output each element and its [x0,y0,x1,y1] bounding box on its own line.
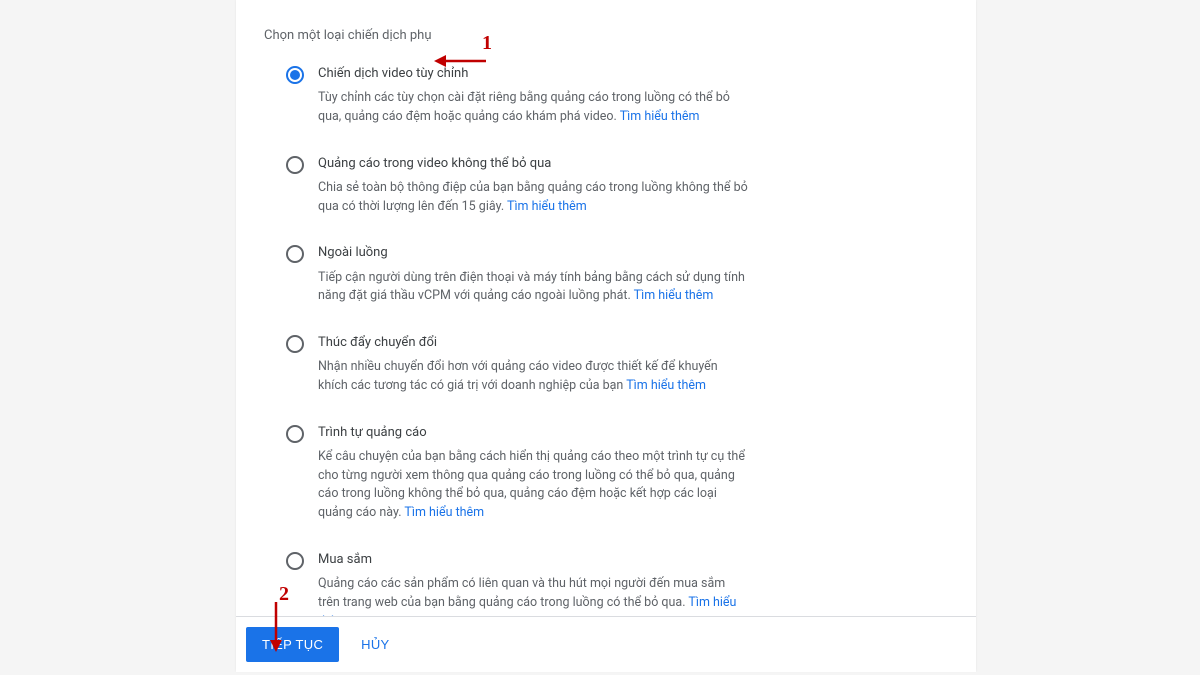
learn-more-link[interactable]: Tìm hiểu thêm [620,109,700,124]
learn-more-link[interactable]: Tìm hiểu thêm [626,378,706,393]
arrow-icon [434,52,486,70]
option-title: Trình tự quảng cáo [318,424,748,442]
option-title: Thúc đẩy chuyển đổi [318,334,748,352]
radio-icon[interactable] [286,425,304,443]
option-outstream[interactable]: Ngoài luồng Tiếp cận người dùng trên điệ… [286,244,948,306]
learn-more-link[interactable]: Tìm hiểu thêm [404,505,484,520]
campaign-subtype-card: Chọn một loại chiến dịch phụ Chiến dịch … [236,0,976,671]
option-desc: Tiếp cận người dùng trên điện thoại và m… [318,269,748,307]
radio-icon[interactable] [286,335,304,353]
learn-more-link[interactable]: Tìm hiểu thêm [634,288,714,303]
option-custom-video[interactable]: Chiến dịch video tùy chỉnh Tùy chỉnh các… [286,65,948,127]
continue-button[interactable]: TIẾP TỤC [246,627,339,662]
radio-icon[interactable] [286,66,304,84]
option-drive-conversions[interactable]: Thúc đẩy chuyển đổi Nhận nhiều chuyển đổ… [286,334,948,396]
cancel-button[interactable]: HỦY [361,637,389,652]
option-desc: Chia sẻ toàn bộ thông điệp của bạn bằng … [318,179,748,217]
option-title: Mua sắm [318,551,748,569]
learn-more-link[interactable]: Tìm hiểu thêm [507,199,587,214]
radio-icon[interactable] [286,156,304,174]
radio-icon[interactable] [286,245,304,263]
section-title: Chọn một loại chiến dịch phụ [264,28,948,43]
option-title: Chiến dịch video tùy chỉnh [318,65,748,83]
radio-icon[interactable] [286,552,304,570]
option-desc: Nhận nhiều chuyển đổi hơn với quảng cáo … [318,358,748,396]
option-desc: Tùy chỉnh các tùy chọn cài đặt riêng bằn… [318,89,748,127]
option-non-skippable[interactable]: Quảng cáo trong video không thể bỏ qua C… [286,155,948,217]
options-list: Chiến dịch video tùy chỉnh Tùy chỉnh các… [264,65,948,631]
option-title: Ngoài luồng [318,244,748,262]
footer-bar: TIẾP TỤC HỦY [236,616,976,672]
option-desc: Kể câu chuyện của bạn bằng cách hiển thị… [318,448,748,523]
option-ad-sequence[interactable]: Trình tự quảng cáo Kể câu chuyện của bạn… [286,424,948,523]
arrow-icon [267,602,285,652]
option-title: Quảng cáo trong video không thể bỏ qua [318,155,748,173]
